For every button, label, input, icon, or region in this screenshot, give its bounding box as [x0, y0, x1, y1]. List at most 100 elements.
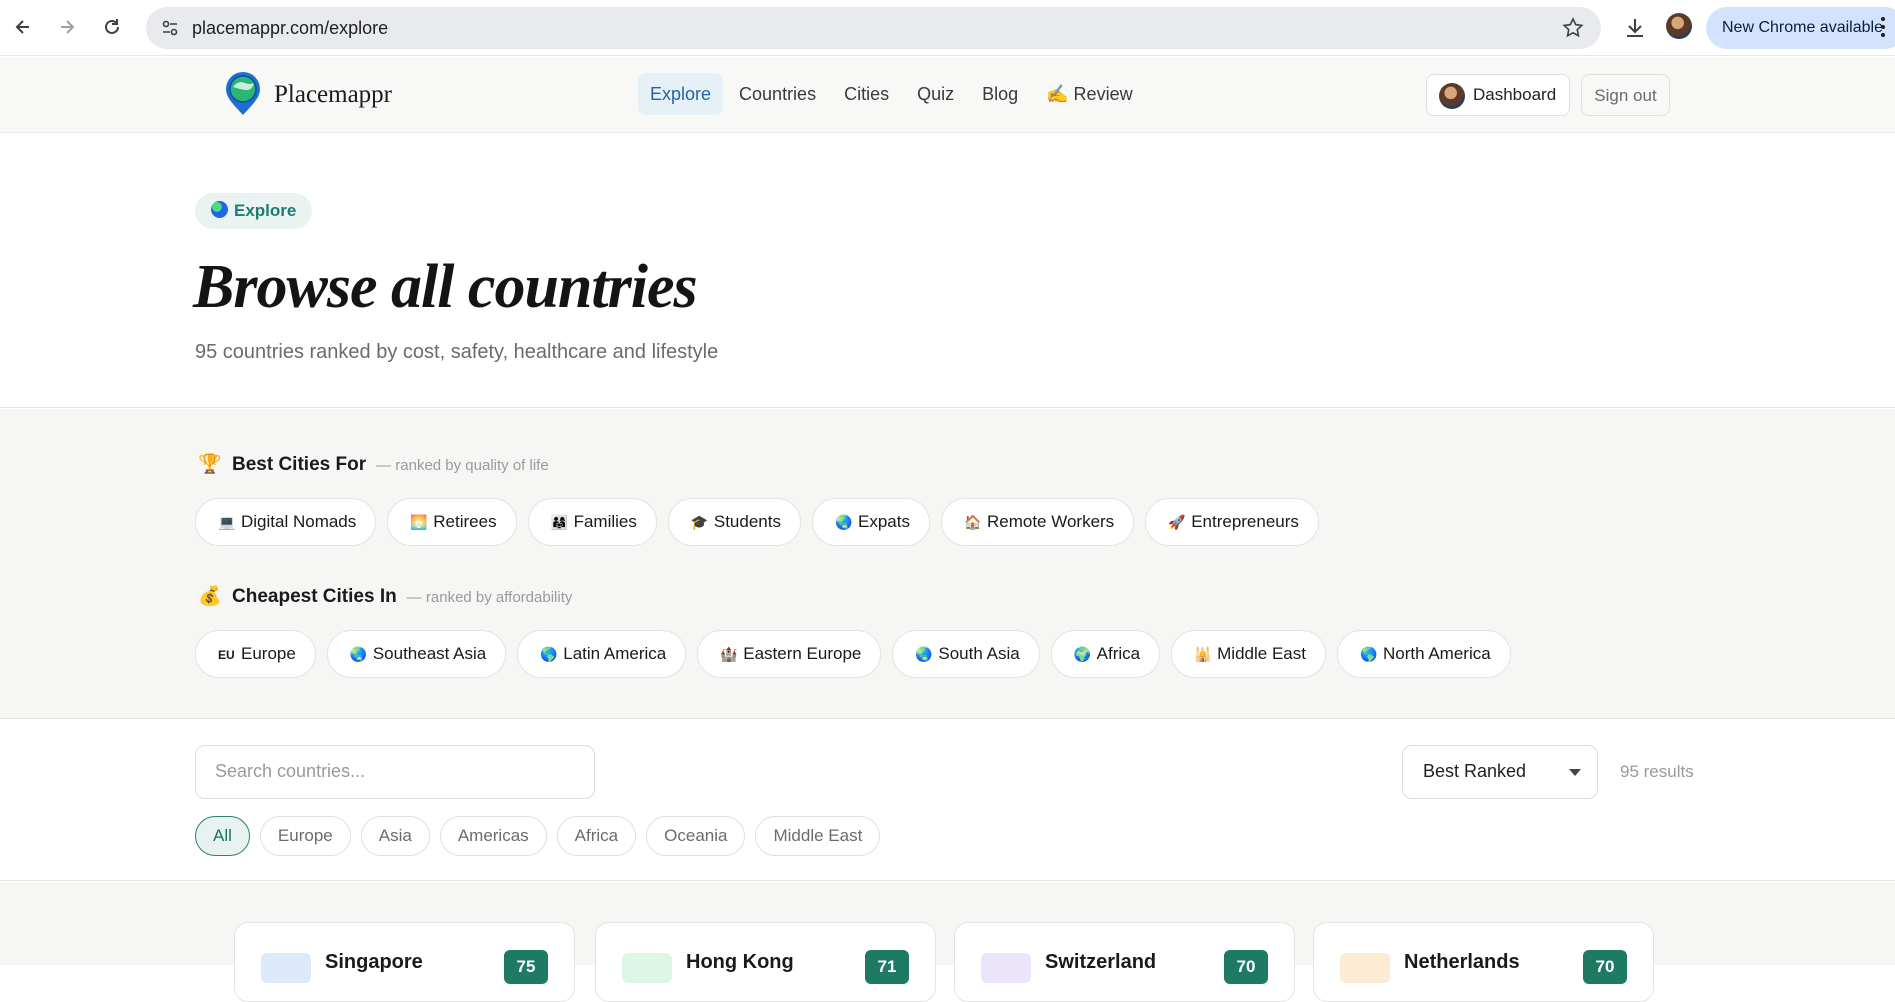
- bookmark-star-icon[interactable]: [1561, 16, 1585, 40]
- score-badge: 70: [1583, 950, 1627, 984]
- back-icon[interactable]: [6, 10, 40, 44]
- sort-select[interactable]: Best Ranked: [1402, 745, 1598, 799]
- sign-out-button[interactable]: Sign out: [1581, 74, 1670, 116]
- graduation-cap-icon: 🎓: [690, 514, 709, 530]
- country-card[interactable]: Netherlands 70: [1313, 922, 1654, 1002]
- menu-kebab-icon[interactable]: [1881, 17, 1885, 37]
- reload-icon[interactable]: [95, 10, 129, 44]
- chip-eastern-europe[interactable]: 🏰 Eastern Europe: [697, 630, 882, 678]
- best-cities-title: Best Cities For: [232, 454, 367, 475]
- chrome-update-button[interactable]: New Chrome available: [1706, 7, 1895, 49]
- chip-label: Retirees: [433, 512, 497, 531]
- chip-entrepreneurs[interactable]: 🚀 Entrepreneurs: [1145, 498, 1319, 546]
- chip-remote-workers[interactable]: 🏠 Remote Workers: [940, 498, 1135, 546]
- forward-icon[interactable]: [50, 10, 84, 44]
- address-bar[interactable]: placemappr.com/explore: [146, 7, 1601, 49]
- globe-icon: [211, 201, 228, 218]
- placemappr-logo-icon[interactable]: [220, 71, 266, 117]
- chip-label: Southeast Asia: [372, 644, 487, 663]
- download-icon[interactable]: [1620, 13, 1650, 43]
- chip-africa[interactable]: 🌍 Africa: [1050, 630, 1161, 678]
- chip-families[interactable]: 👨‍👩‍👧 Families: [527, 498, 657, 546]
- site-settings-icon[interactable]: [160, 18, 180, 38]
- hero-section: Explore Browse all countries 95 countrie…: [0, 134, 1895, 408]
- page-title: Browse all countries: [193, 253, 698, 321]
- chip-label: Europe: [241, 644, 296, 663]
- country-card[interactable]: Switzerland 70: [954, 922, 1295, 1002]
- main-nav: Explore Countries Cities Quiz Blog ✍️ Re…: [638, 73, 1145, 115]
- best-cities-heading: 🏆 Best Cities For — ranked by quality of…: [198, 452, 549, 476]
- chip-expats[interactable]: 🌏 Expats: [811, 498, 930, 546]
- chip-latin-america[interactable]: 🌎 Latin America: [517, 630, 687, 678]
- profile-avatar[interactable]: [1666, 13, 1692, 39]
- nav-review[interactable]: ✍️ Review: [1034, 73, 1144, 115]
- region-oceania[interactable]: Oceania: [646, 816, 746, 856]
- region-africa[interactable]: Africa: [556, 816, 637, 856]
- nav-quiz[interactable]: Quiz: [905, 73, 966, 115]
- browser-toolbar: placemappr.com/explore New Chrome availa…: [0, 0, 1895, 56]
- chip-label: Entrepreneurs: [1191, 512, 1299, 531]
- brand-name[interactable]: Placemappr: [274, 81, 392, 109]
- chip-europe[interactable]: EU Europe: [195, 630, 316, 678]
- money-bag-icon: 💰: [198, 586, 222, 607]
- cheapest-cities-chips: EU Europe 🌏 Southeast Asia 🌎 Latin America …: [195, 630, 1511, 678]
- laptop-icon: 💻: [218, 514, 236, 530]
- city-rankings-section: 🏆 Best Cities For — ranked by quality of…: [0, 409, 1895, 719]
- house-icon: 🏠: [963, 514, 982, 530]
- rocket-icon: 🚀: [1168, 514, 1186, 530]
- chip-retirees[interactable]: 🌅 Retirees: [387, 498, 517, 546]
- chip-students[interactable]: 🎓 Students: [667, 498, 801, 546]
- url-text: placemappr.com/explore: [192, 18, 389, 38]
- country-card[interactable]: Singapore 75: [234, 922, 575, 1002]
- flag-icon: [1340, 953, 1390, 983]
- region-asia[interactable]: Asia: [360, 816, 430, 856]
- site-header: Placemappr Explore Countries Cities Quiz…: [0, 57, 1895, 133]
- chip-label: Digital Nomads: [241, 512, 357, 531]
- chip-southeast-asia[interactable]: 🌏 Southeast Asia: [326, 630, 507, 678]
- nav-explore[interactable]: Explore: [638, 73, 724, 115]
- country-card[interactable]: Hong Kong 71: [595, 922, 936, 1002]
- explore-badge-label: Explore: [234, 201, 297, 220]
- region-americas[interactable]: Americas: [439, 816, 547, 856]
- family-icon: 👨‍👩‍👧: [550, 514, 569, 530]
- nav-blog[interactable]: Blog: [970, 73, 1030, 115]
- cheapest-cities-title: Cheapest Cities In: [232, 586, 397, 607]
- globe-icon: 🌏: [834, 514, 853, 530]
- chip-label: Africa: [1096, 644, 1141, 663]
- score-badge: 70: [1224, 950, 1268, 984]
- globe-icon: 🌍: [1073, 646, 1092, 662]
- search-input[interactable]: Search countries...: [195, 745, 595, 799]
- sort-value: Best Ranked: [1423, 761, 1527, 781]
- score-badge: 71: [865, 950, 909, 984]
- region-all[interactable]: All: [195, 816, 250, 856]
- eu-flag-icon: EU: [218, 648, 235, 662]
- region-europe[interactable]: Europe: [259, 816, 351, 856]
- nav-cities[interactable]: Cities: [832, 73, 901, 115]
- country-name: Hong Kong: [686, 951, 794, 973]
- globe-icon: 🌏: [349, 646, 368, 662]
- trophy-icon: 🏆: [198, 454, 222, 475]
- explore-badge: Explore: [195, 193, 313, 229]
- globe-icon: 🌏: [915, 646, 933, 662]
- results-count: 95 results: [1620, 762, 1694, 781]
- chip-digital-nomads[interactable]: 💻 Digital Nomads: [195, 498, 377, 546]
- region-middle-east[interactable]: Middle East: [755, 816, 881, 856]
- score-badge: 75: [504, 950, 548, 984]
- sunrise-icon: 🌅: [410, 514, 428, 530]
- best-cities-subtitle: — ranked by quality of life: [376, 457, 549, 474]
- dashboard-button[interactable]: Dashboard: [1426, 74, 1570, 116]
- flag-icon: [622, 953, 672, 983]
- globe-icon: 🌎: [1359, 646, 1378, 662]
- chip-south-asia[interactable]: 🌏 South Asia: [892, 630, 1040, 678]
- region-filter: All Europe Asia Americas Africa Oceania …: [195, 816, 881, 856]
- chip-label: North America: [1382, 644, 1491, 663]
- chip-middle-east[interactable]: 🕌 Middle East: [1171, 630, 1326, 678]
- chevron-down-icon: [1569, 769, 1581, 776]
- cheapest-cities-subtitle: — ranked by affordability: [406, 589, 573, 606]
- flag-icon: [981, 953, 1031, 983]
- chip-label: Expats: [857, 512, 910, 531]
- country-name: Switzerland: [1045, 951, 1157, 973]
- mosque-icon: 🕌: [1194, 646, 1212, 662]
- chip-north-america[interactable]: 🌎 North America: [1336, 630, 1511, 678]
- nav-countries[interactable]: Countries: [727, 73, 828, 115]
